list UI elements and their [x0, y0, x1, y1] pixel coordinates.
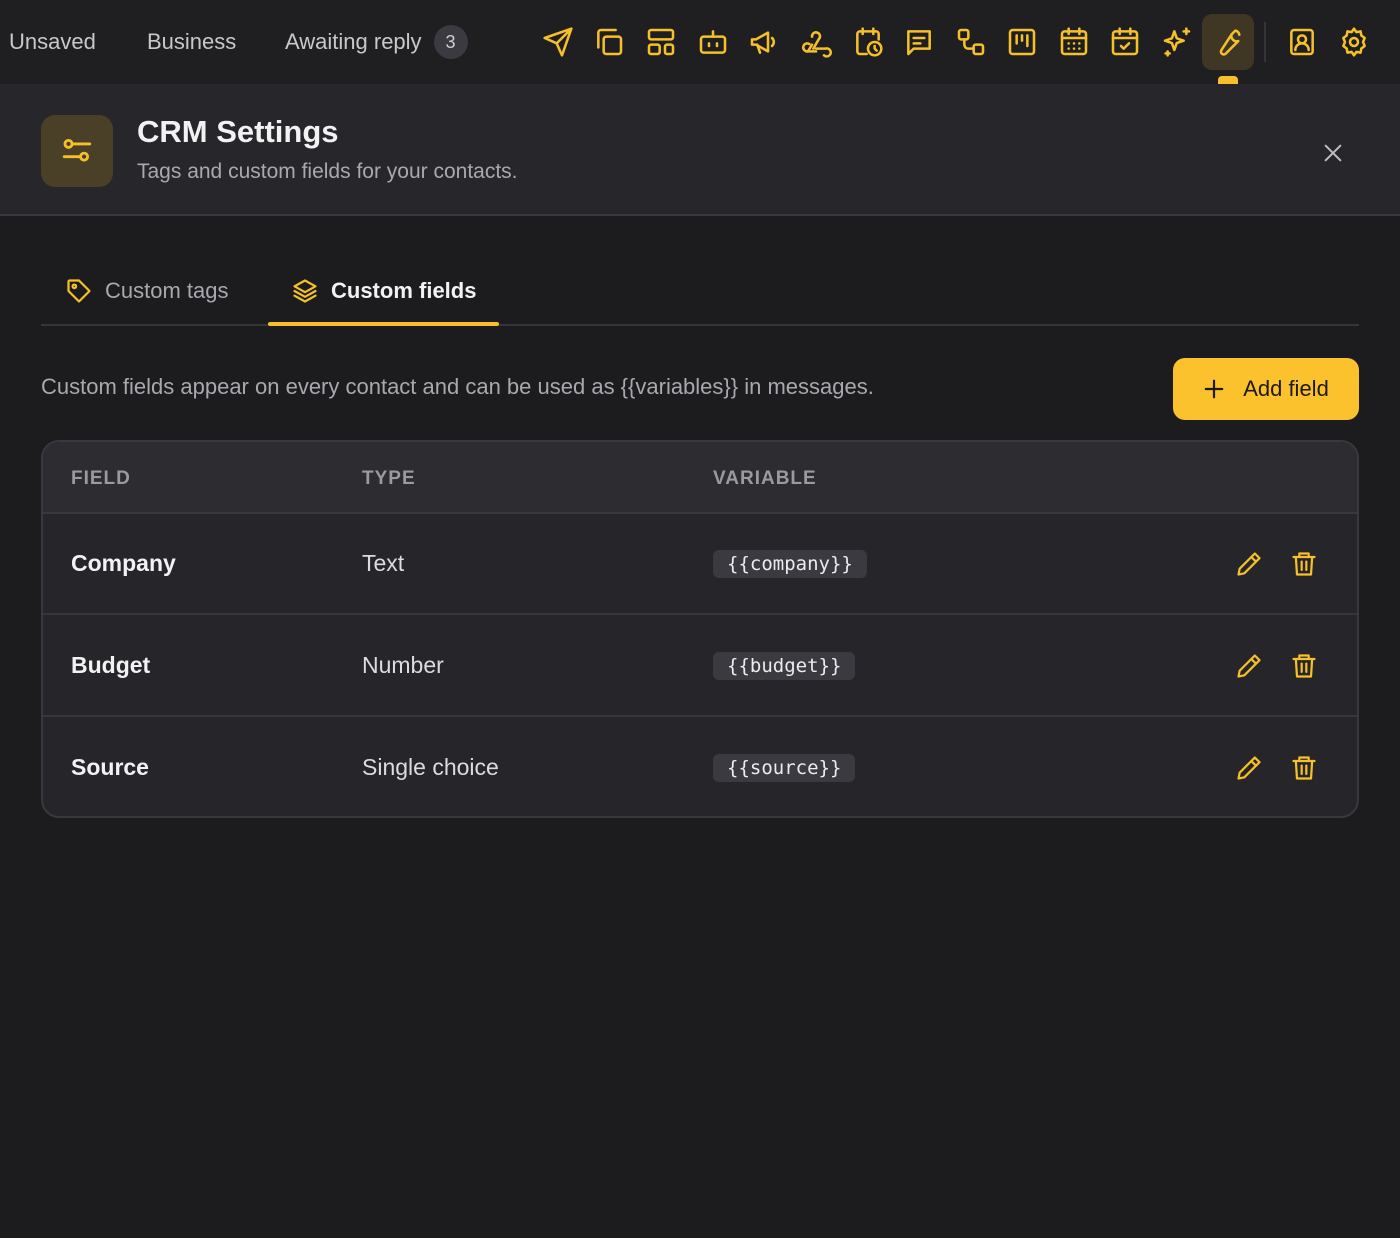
- sparkles-icon[interactable]: [1151, 14, 1203, 70]
- calendar-icon[interactable]: [1048, 14, 1100, 70]
- top-bar: Unsaved Business Awaiting reply 3: [0, 0, 1400, 84]
- tab-label: Custom fields: [331, 278, 477, 303]
- column-header-field: FIELD: [71, 468, 131, 489]
- fields-description: Custom fields appear on every contact an…: [41, 374, 874, 399]
- kanban-icon[interactable]: [996, 14, 1048, 70]
- column-header-type: TYPE: [362, 468, 416, 489]
- button-label: Add field: [1243, 376, 1329, 401]
- tab-custom-tags[interactable]: Custom tags: [65, 256, 229, 326]
- calendar-clock-icon[interactable]: [842, 14, 894, 70]
- table-row: Budget Number {{budget}}: [43, 616, 1357, 717]
- field-name: Source: [71, 754, 149, 780]
- field-type: Text: [362, 550, 405, 576]
- trash-icon: [1292, 756, 1316, 780]
- edit-button[interactable]: [1233, 752, 1265, 784]
- trash-icon: [1292, 654, 1316, 678]
- trash-icon: [1292, 552, 1316, 576]
- layers-icon: [293, 279, 317, 303]
- pencil-icon: [1237, 756, 1261, 780]
- tab-business[interactable]: Business: [147, 0, 236, 84]
- active-indicator: [1218, 76, 1238, 84]
- close-icon: [1324, 144, 1342, 162]
- copy-icon[interactable]: [583, 14, 635, 70]
- send-icon[interactable]: [532, 14, 584, 70]
- page-subtitle: Tags and custom fields for your contacts…: [137, 160, 518, 183]
- field-type: Single choice: [362, 754, 499, 780]
- pencil-icon: [1237, 552, 1261, 576]
- add-field-button[interactable]: Add field: [1173, 358, 1359, 420]
- message-icon[interactable]: [893, 14, 945, 70]
- tag-icon: [67, 279, 91, 303]
- sliders-icon: [41, 115, 113, 187]
- contact-icon[interactable]: [1276, 14, 1328, 70]
- pencil-icon: [1237, 654, 1261, 678]
- webhook-icon[interactable]: [790, 14, 842, 70]
- divider: [1264, 22, 1266, 62]
- tab-label: Awaiting reply: [285, 29, 422, 54]
- field-name: Company: [71, 550, 176, 576]
- field-variable: {{source}}: [713, 754, 856, 782]
- tab-label: Unsaved: [9, 29, 96, 54]
- edit-button[interactable]: [1233, 650, 1265, 682]
- delete-button[interactable]: [1288, 650, 1320, 682]
- tab-label: Business: [147, 29, 237, 54]
- close-button[interactable]: [1316, 136, 1350, 170]
- workflow-icon[interactable]: [945, 14, 997, 70]
- settings-tabs: Custom tags Custom fields: [41, 256, 1359, 326]
- settings-header: CRM Settings Tags and custom fields for …: [0, 84, 1400, 216]
- column-header-variable: VARIABLE: [713, 468, 817, 489]
- table-row: Source Single choice {{source}}: [43, 718, 1357, 816]
- megaphone-icon[interactable]: [738, 14, 790, 70]
- active-tab-underline: [268, 322, 499, 326]
- field-name: Budget: [71, 652, 151, 678]
- table-header: FIELD TYPE VARIABLE: [43, 442, 1357, 514]
- layout-icon[interactable]: [635, 14, 687, 70]
- field-variable: {{company}}: [713, 550, 867, 578]
- edit-button[interactable]: [1233, 548, 1265, 580]
- wrench-icon[interactable]: [1202, 14, 1254, 70]
- field-type: Number: [362, 652, 444, 678]
- table-row: Company Text {{company}}: [43, 514, 1357, 615]
- tab-label: Custom tags: [105, 278, 229, 303]
- count-badge: 3: [433, 25, 468, 59]
- calendar-check-icon[interactable]: [1099, 14, 1151, 70]
- delete-button[interactable]: [1288, 548, 1320, 580]
- plus-icon: [1204, 379, 1224, 399]
- page-title: CRM Settings: [137, 114, 339, 149]
- bot-icon[interactable]: [687, 14, 739, 70]
- tab-unsaved[interactable]: Unsaved: [9, 0, 96, 84]
- gear-icon[interactable]: [1328, 14, 1380, 70]
- field-variable: {{budget}}: [713, 652, 856, 680]
- tab-awaiting-reply[interactable]: Awaiting reply 3: [285, 0, 468, 84]
- custom-fields-table: FIELD TYPE VARIABLE Company Text {{compa…: [41, 440, 1359, 818]
- delete-button[interactable]: [1288, 752, 1320, 784]
- tab-custom-fields[interactable]: Custom fields: [291, 256, 476, 326]
